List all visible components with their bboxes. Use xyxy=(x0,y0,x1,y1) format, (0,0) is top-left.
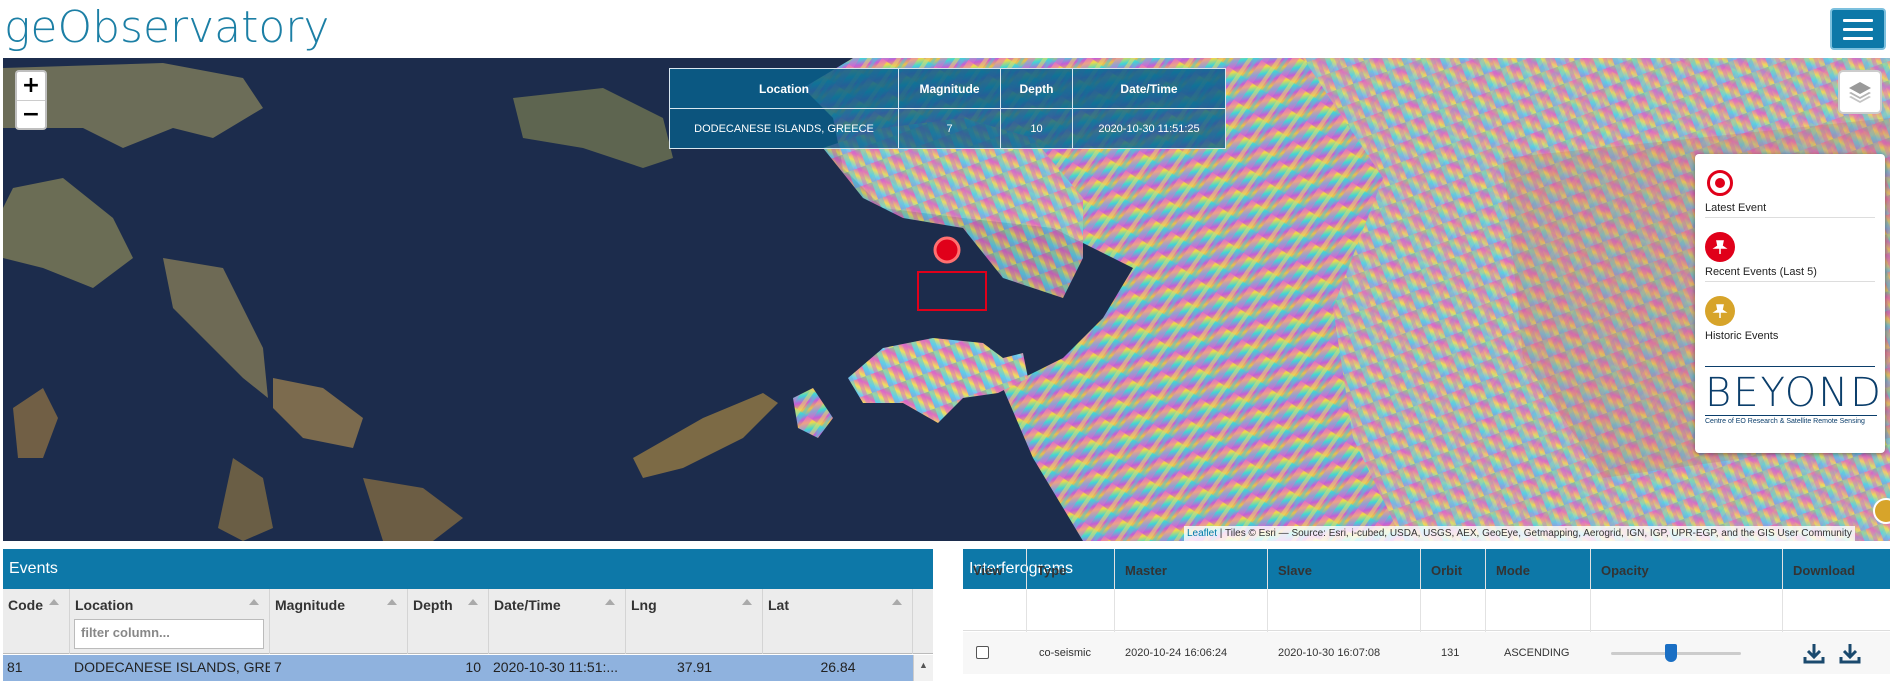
hamburger-icon[interactable] xyxy=(1830,8,1886,50)
pin-icon xyxy=(1705,296,1735,326)
logo-rule xyxy=(1705,366,1875,367)
menu-bar xyxy=(1843,18,1873,22)
legend-item-recent: Recent Events (Last 5) xyxy=(1705,218,1875,282)
cell-datetime: 2020-10-30 11:51:... xyxy=(493,659,619,675)
layers-glyph xyxy=(1849,82,1871,103)
table-row: co-seismic 2020-10-24 16:06:24 2020-10-3… xyxy=(963,632,1890,674)
col-slave: Slave xyxy=(1268,549,1421,641)
col-label: Lng xyxy=(631,597,657,613)
col-label: Code xyxy=(8,597,43,613)
pin-glyph xyxy=(1712,304,1728,318)
download-icon[interactable] xyxy=(1839,642,1861,664)
sort-icon[interactable] xyxy=(49,599,59,605)
info-header-location: Location xyxy=(669,68,899,109)
cell-orbit: 131 xyxy=(1441,647,1460,659)
col-label: Magnitude xyxy=(275,597,345,613)
zoom-in-button[interactable]: + xyxy=(17,72,45,100)
cell-type: co-seismic xyxy=(1039,647,1091,659)
table-row[interactable]: 81 DODECANESE ISLANDS, GRE... 7 10 2020-… xyxy=(3,655,913,681)
col-lng[interactable]: Lng xyxy=(626,589,763,654)
app-logo[interactable]: geObservatory xyxy=(4,2,329,53)
cell-master: 2020-10-24 16:06:24 xyxy=(1125,647,1228,659)
cell-lat: 26.84 xyxy=(820,659,856,675)
info-location: DODECANESE ISLANDS, GREECE xyxy=(669,108,899,149)
legend-item-historic: Historic Events xyxy=(1705,282,1875,346)
pin-icon xyxy=(1705,232,1735,262)
col-label: Date/Time xyxy=(494,597,561,613)
cell-code: 81 xyxy=(7,659,23,675)
beyond-logo-subtitle: Centre of EO Research & Satellite Remote… xyxy=(1705,415,1877,425)
col-view: View xyxy=(963,549,1027,641)
col-label: Location xyxy=(75,597,134,613)
events-panel: Events Code Location filter column... Ma… xyxy=(3,549,933,681)
cell-lng: 37.91 xyxy=(676,659,713,675)
col-orbit: Orbit xyxy=(1421,549,1486,641)
col-location[interactable]: Location filter column... xyxy=(70,589,270,654)
view-checkbox[interactable] xyxy=(976,646,989,659)
menu-bar xyxy=(1843,36,1873,40)
col-code[interactable]: Code xyxy=(3,589,70,654)
cell-slave: 2020-10-30 16:07:08 xyxy=(1278,647,1381,659)
sort-icon[interactable] xyxy=(892,599,902,605)
map[interactable]: + − Location Magnitude Depth Date/Time D… xyxy=(3,58,1890,541)
cell-location: DODECANESE ISLANDS, GRE... xyxy=(74,659,270,675)
cell-mode: ASCENDING xyxy=(1504,647,1570,659)
events-table-header: Code Location filter column... Magnitude… xyxy=(3,589,933,654)
sort-icon[interactable] xyxy=(249,599,259,605)
info-depth: 10 xyxy=(1000,108,1073,149)
col-type: Type xyxy=(1027,549,1115,641)
col-download: Download xyxy=(1793,563,1856,578)
map-legend: Latest Event Recent Events (Last 5) Hist… xyxy=(1695,154,1885,453)
info-datetime: 2020-10-30 11:51:25 xyxy=(1072,108,1226,149)
col-label: Lat xyxy=(768,597,789,613)
layers-icon[interactable] xyxy=(1838,70,1882,114)
col-opacity: Opacity xyxy=(1591,549,1783,641)
col-lat[interactable]: Lat xyxy=(763,589,913,654)
download-icon[interactable] xyxy=(1803,642,1825,664)
legend-label: Historic Events xyxy=(1705,330,1779,342)
col-master: Master xyxy=(1115,549,1268,641)
leaflet-link[interactable]: Leaflet xyxy=(1187,528,1217,539)
cell-depth: 10 xyxy=(465,659,481,675)
info-header-depth: Depth xyxy=(1000,68,1073,109)
col-label: Depth xyxy=(413,597,453,613)
legend-item-latest: Latest Event xyxy=(1705,154,1875,218)
sort-icon[interactable] xyxy=(742,599,752,605)
opacity-slider-thumb[interactable] xyxy=(1665,644,1677,662)
menu-bar xyxy=(1843,27,1873,31)
legend-label: Latest Event xyxy=(1705,202,1767,214)
target-dot xyxy=(1715,178,1725,188)
col-mode: Mode xyxy=(1486,549,1591,641)
col-magnitude[interactable]: Magnitude xyxy=(270,589,408,654)
event-info-table: Location Magnitude Depth Date/Time DODEC… xyxy=(669,68,1226,149)
cell-magnitude: 7 xyxy=(274,659,282,675)
scroll-up-arrow[interactable]: ▲ xyxy=(913,655,933,681)
attribution-text: | Tiles © Esri — Source: Esri, i-cubed, … xyxy=(1217,528,1852,539)
sort-icon[interactable] xyxy=(605,599,615,605)
pin-glyph xyxy=(1712,240,1728,254)
sort-icon[interactable] xyxy=(468,599,478,605)
info-header-datetime: Date/Time xyxy=(1072,68,1226,109)
info-magnitude: 7 xyxy=(898,108,1001,149)
interferograms-panel: Interferograms View Type Master Slave Or… xyxy=(963,549,1890,681)
beyond-logo-text: BEYOND xyxy=(1705,370,1883,416)
sort-icon[interactable] xyxy=(387,599,397,605)
header: geObservatory xyxy=(0,0,1890,58)
legend-label: Recent Events (Last 5) xyxy=(1705,266,1817,278)
location-filter-input[interactable]: filter column... xyxy=(74,619,264,649)
target-icon xyxy=(1707,170,1733,196)
zoom-out-button[interactable]: − xyxy=(17,100,45,128)
col-depth[interactable]: Depth xyxy=(408,589,489,654)
zoom-control: + − xyxy=(15,70,47,130)
info-header-magnitude: Magnitude xyxy=(898,68,1001,109)
col-datetime[interactable]: Date/Time xyxy=(489,589,626,654)
map-attribution: Leaflet | Tiles © Esri — Source: Esri, i… xyxy=(1184,526,1855,541)
beyond-logo: BEYOND Centre of EO Research & Satellite… xyxy=(1705,366,1883,425)
events-title: Events xyxy=(3,549,933,589)
